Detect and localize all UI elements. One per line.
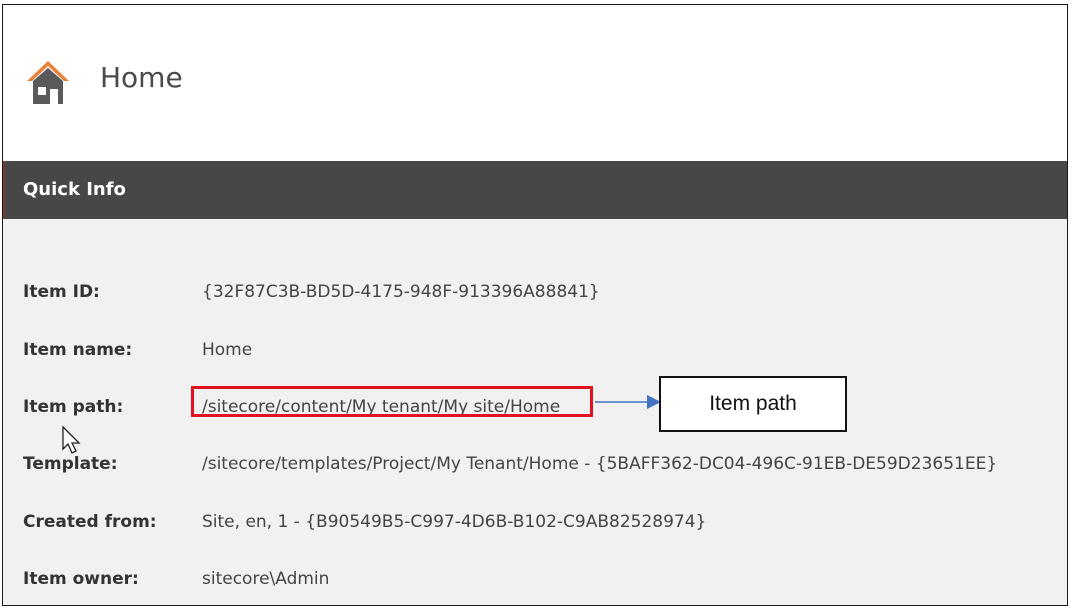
item-path-highlight-box bbox=[191, 386, 593, 417]
item-path-callout: Item path bbox=[659, 376, 847, 432]
page-title: Home bbox=[100, 61, 183, 94]
item-id-value: {32F87C3B-BD5D-4175-948F-913396A88841} bbox=[202, 282, 600, 302]
item-name-label: Item name: bbox=[23, 340, 133, 360]
content-editor-panel: Home Quick Info Item ID: {32F87C3B-BD5D-… bbox=[2, 4, 1068, 606]
item-header: Home bbox=[3, 5, 1067, 161]
section-title: Quick Info bbox=[23, 179, 126, 200]
quick-info-content: Item ID: {32F87C3B-BD5D-4175-948F-913396… bbox=[3, 219, 1067, 605]
item-name-value: Home bbox=[202, 340, 253, 360]
item-owner-value: sitecore\Admin bbox=[202, 569, 330, 589]
item-path-label: Item path: bbox=[23, 397, 124, 417]
template-value[interactable]: /sitecore/templates/Project/My Tenant/Ho… bbox=[202, 454, 997, 474]
item-owner-label: Item owner: bbox=[23, 569, 139, 589]
template-label: Template: bbox=[23, 454, 118, 474]
created-from-value[interactable]: Site, en, 1 - {B90549B5-C997-4D6B-B102-C… bbox=[202, 512, 706, 532]
created-from-label: Created from: bbox=[23, 512, 157, 532]
mouse-cursor-icon bbox=[62, 425, 81, 454]
callout-arrow bbox=[595, 395, 661, 409]
item-id-label: Item ID: bbox=[23, 282, 100, 302]
quick-info-section-header[interactable]: Quick Info bbox=[3, 161, 1067, 219]
home-icon bbox=[27, 61, 69, 104]
